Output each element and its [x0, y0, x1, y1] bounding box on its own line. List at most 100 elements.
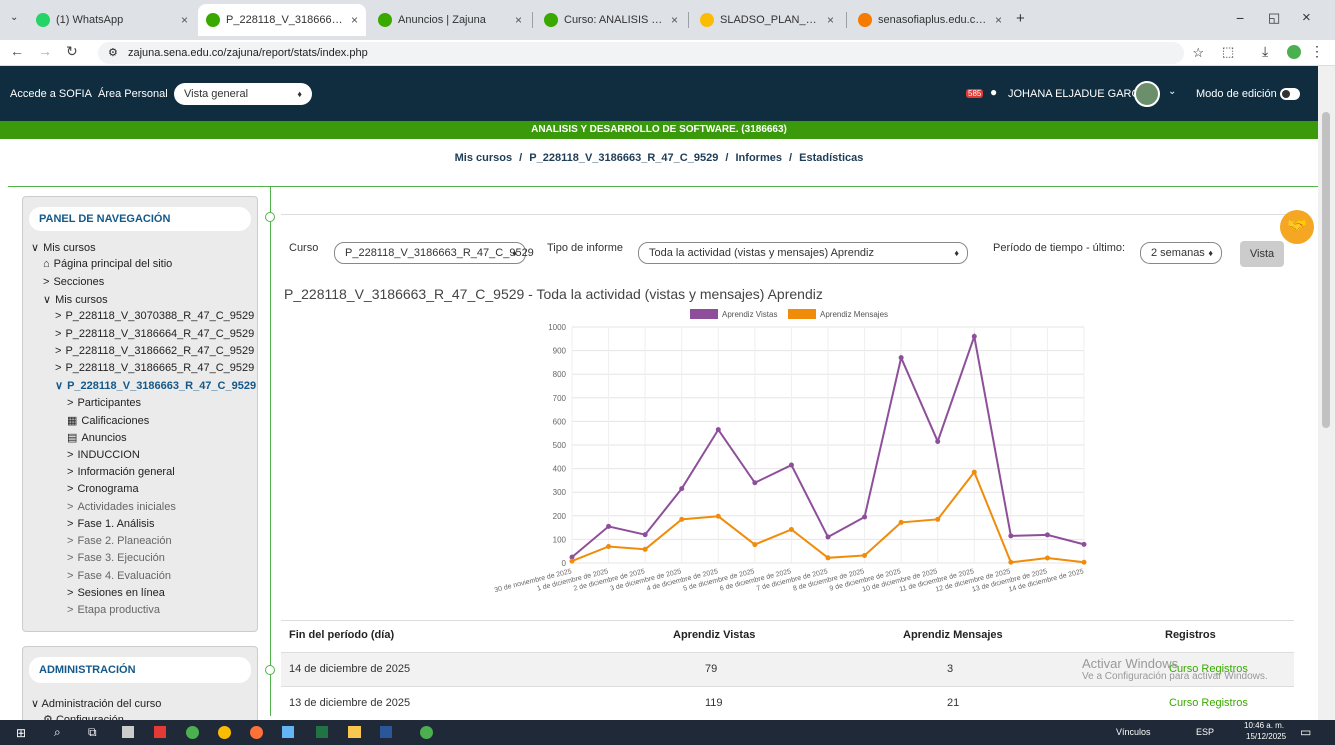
- bookmark-star-icon[interactable]: ☆: [1192, 42, 1204, 64]
- links-toolbar[interactable]: Vínculos: [1116, 727, 1151, 737]
- close-icon[interactable]: ×: [351, 13, 358, 27]
- clock-date[interactable]: 15/12/2025: [1246, 732, 1286, 741]
- acrobat-icon[interactable]: [154, 726, 166, 738]
- tab-whatsapp[interactable]: (1) WhatsApp ×: [28, 4, 196, 36]
- close-icon[interactable]: ×: [181, 13, 188, 27]
- nav-item[interactable]: ▦ Calificaciones: [67, 414, 149, 427]
- tipo-select[interactable]: Toda la actividad (vistas y mensajes) Ap…: [638, 242, 968, 264]
- data-point: [715, 427, 721, 433]
- view-select[interactable]: Vista general ♦: [174, 83, 312, 105]
- nav-item[interactable]: ▤ Anuncios: [67, 431, 127, 444]
- reload-icon[interactable]: ↻: [66, 43, 78, 60]
- site-info-icon[interactable]: ⚙: [108, 42, 118, 64]
- firefox-icon[interactable]: [250, 726, 263, 739]
- area-personal-link[interactable]: Área Personal: [98, 88, 168, 100]
- curso-select[interactable]: P_228118_V_3186663_R_47_C_9529 ♦: [334, 242, 534, 264]
- nav-item[interactable]: > Secciones: [43, 276, 104, 288]
- edit-mode-toggle[interactable]: [1280, 88, 1300, 100]
- profile-avatar[interactable]: [1287, 45, 1301, 59]
- breadcrumb-sep: /: [519, 152, 523, 164]
- menu-icon[interactable]: ⋮: [1310, 43, 1324, 60]
- nav-item[interactable]: > P_228118_V_3070388_R_47_C_9529: [55, 310, 254, 322]
- app-icon[interactable]: [122, 726, 134, 738]
- breadcrumb-course[interactable]: P_228118_V_3186663_R_47_C_9529: [529, 152, 718, 164]
- close-icon[interactable]: ×: [671, 13, 678, 27]
- tab-anuncios[interactable]: Anuncios | Zajuna ×: [370, 4, 530, 36]
- chat-icon[interactable]: ●: [990, 85, 997, 99]
- handshake-icon[interactable]: 🤝: [1280, 210, 1314, 244]
- tab-sladso[interactable]: SLADSO_PLAN_MEJORA_G64 Y ×: [692, 4, 842, 36]
- minimize-button[interactable]: −: [1236, 10, 1244, 26]
- nav-item[interactable]: ∨ Mis cursos: [43, 293, 108, 306]
- notifications-badge[interactable]: 585: [966, 89, 984, 98]
- periodo-select[interactable]: 2 semanas ♦: [1140, 242, 1222, 264]
- nav-item[interactable]: ⌂ Página principal del sitio: [43, 258, 172, 270]
- extensions-icon[interactable]: ⬚: [1222, 44, 1234, 60]
- close-window-button[interactable]: ×: [1302, 9, 1311, 26]
- nav-item[interactable]: > Fase 1. Análisis: [67, 518, 154, 530]
- app-icon[interactable]: [282, 726, 294, 738]
- nav-item-icon: ▦: [67, 415, 78, 427]
- file-explorer-icon[interactable]: [348, 726, 361, 738]
- excel-icon[interactable]: [316, 726, 328, 738]
- word-icon[interactable]: [380, 726, 392, 738]
- nav-item[interactable]: ∨ P_228118_V_3186663_R_47_C_9529: [55, 379, 256, 392]
- search-icon[interactable]: ⌕: [54, 725, 61, 740]
- forward-icon[interactable]: →: [38, 43, 52, 59]
- nav-item[interactable]: > Actividades iniciales: [67, 501, 176, 513]
- nav-item[interactable]: > P_228118_V_3186662_R_47_C_9529: [55, 345, 254, 357]
- nav-item[interactable]: > Participantes: [67, 397, 141, 409]
- clock-time[interactable]: 10:46 a. m.: [1244, 721, 1284, 730]
- data-point: [752, 480, 758, 486]
- navigation-panel: PANEL DE NAVEGACIÓN ∨ Mis cursos ⌂ Página p…: [22, 196, 258, 632]
- scrollbar-thumb[interactable]: [1322, 112, 1330, 428]
- data-point: [679, 516, 685, 522]
- tab-search-icon[interactable]: ⌄: [10, 12, 18, 23]
- url-field[interactable]: ⚙ zajuna.sena.edu.co/zajuna/report/stats/…: [98, 42, 1204, 64]
- close-icon[interactable]: ×: [995, 13, 1002, 27]
- page-scrollbar[interactable]: [1318, 66, 1335, 720]
- chevron-down-icon[interactable]: ⌄: [1168, 86, 1176, 97]
- nav-item[interactable]: > Cronograma: [67, 483, 139, 495]
- data-point: [752, 542, 758, 548]
- admin-course-item[interactable]: ∨ Administración del curso: [31, 697, 161, 710]
- close-icon[interactable]: ×: [827, 13, 834, 27]
- back-icon[interactable]: ←: [10, 43, 24, 59]
- task-view-icon[interactable]: ⧉: [88, 725, 97, 740]
- user-name[interactable]: JOHANA ELJADUE GARCIA: [1008, 88, 1150, 100]
- download-icon[interactable]: ⤓: [1262, 43, 1268, 60]
- nav-item[interactable]: > Fase 3. Ejecución: [67, 552, 165, 564]
- chrome-icon[interactable]: [420, 726, 433, 739]
- breadcrumb-mis-cursos[interactable]: Mis cursos: [455, 152, 512, 164]
- nav-item-icon: ⌂: [43, 258, 50, 271]
- tab-course-stats[interactable]: P_228118_V_3186663_R_47_C_9 ×: [198, 4, 366, 36]
- vista-button[interactable]: Vista: [1240, 241, 1284, 267]
- nav-item[interactable]: > Etapa productiva: [67, 604, 160, 616]
- cell-date: 14 de diciembre de 2025: [289, 663, 411, 675]
- main-top-rule: [281, 214, 1294, 215]
- nav-item[interactable]: ∨ Mis cursos: [31, 241, 96, 254]
- breadcrumb-informes[interactable]: Informes: [736, 152, 782, 164]
- breadcrumb-estadisticas[interactable]: Estadísticas: [799, 152, 863, 164]
- language-indicator[interactable]: ESP: [1196, 727, 1214, 737]
- nav-item[interactable]: > Fase 2. Planeación: [67, 535, 172, 547]
- nav-item[interactable]: > Sesiones en línea: [67, 587, 165, 599]
- chrome-icon[interactable]: [186, 726, 199, 739]
- chrome-icon[interactable]: [218, 726, 231, 739]
- nav-item[interactable]: > Fase 4. Evaluación: [67, 570, 171, 582]
- new-tab-button[interactable]: +: [1016, 10, 1025, 27]
- tab-curso[interactable]: Curso: ANALISIS Y DESARROLL ×: [536, 4, 686, 36]
- close-icon[interactable]: ×: [515, 13, 522, 27]
- registros-link[interactable]: Curso Registros: [1169, 697, 1248, 709]
- notifications-icon[interactable]: ▭: [1300, 725, 1311, 739]
- maximize-button[interactable]: ◱: [1268, 10, 1280, 26]
- tab-sofiaplus[interactable]: senasofiaplus.edu.co/sofia/stati ×: [850, 4, 1010, 36]
- sofia-link[interactable]: Accede a SOFIA: [10, 88, 92, 100]
- user-avatar[interactable]: [1134, 81, 1160, 107]
- windows-start-icon[interactable]: ⊞: [16, 726, 26, 740]
- nav-item[interactable]: > INDUCCION: [67, 449, 140, 461]
- nav-item[interactable]: > P_228118_V_3186665_R_47_C_9529: [55, 362, 254, 374]
- nav-item[interactable]: > Información general: [67, 466, 175, 478]
- nav-item[interactable]: > P_228118_V_3186664_R_47_C_9529: [55, 328, 254, 340]
- nav-item-label: Secciones: [53, 275, 105, 288]
